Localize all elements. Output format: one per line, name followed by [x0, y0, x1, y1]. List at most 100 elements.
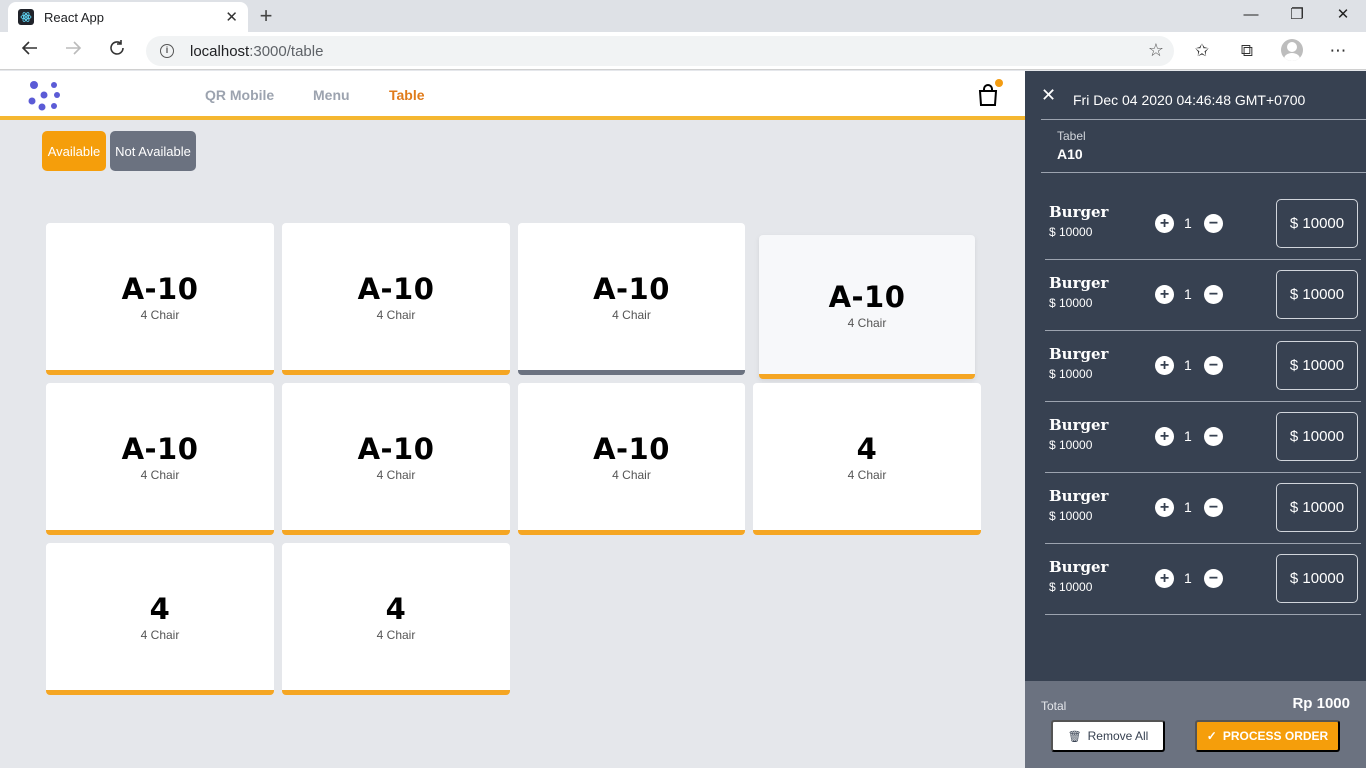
info-icon[interactable]: i: [160, 44, 174, 58]
table-card[interactable]: A-10 4 Chair: [518, 383, 745, 535]
item-name: Burger: [1049, 558, 1109, 576]
table-card[interactable]: A-10 4 Chair: [518, 223, 745, 375]
table-name: A-10: [121, 271, 199, 306]
order-item: Burger $ 10000 + 1 − $ 10000: [1045, 331, 1361, 402]
nav-menu[interactable]: Menu: [313, 87, 350, 103]
cart-notification-dot: [995, 79, 1003, 87]
plus-circle-icon[interactable]: +: [1155, 356, 1174, 375]
item-amount: $ 10000: [1276, 341, 1358, 390]
tab-close-icon[interactable]: ✕: [225, 8, 238, 26]
minus-circle-icon[interactable]: −: [1204, 285, 1223, 304]
item-quantity: 1: [1184, 428, 1192, 444]
nav-table[interactable]: Table: [389, 87, 425, 103]
forward-arrow-icon[interactable]: [60, 38, 86, 64]
close-panel-icon[interactable]: ✕: [1041, 85, 1056, 106]
browser-tab[interactable]: React App ✕: [8, 2, 248, 32]
shopping-bag-icon[interactable]: [977, 79, 1003, 107]
new-tab-button[interactable]: +: [256, 4, 276, 28]
window-close-button[interactable]: ✕: [1320, 0, 1366, 32]
minus-circle-icon[interactable]: −: [1204, 356, 1223, 375]
order-item: Burger $ 10000 + 1 − $ 10000: [1045, 544, 1361, 615]
table-name: A-10: [593, 271, 670, 306]
item-quantity: 1: [1184, 286, 1192, 302]
table-name: A-10: [593, 431, 670, 466]
table-name: A-10: [121, 431, 199, 466]
plus-circle-icon[interactable]: +: [1155, 214, 1174, 233]
table-card[interactable]: A-10 4 Chair: [282, 383, 510, 535]
table-card[interactable]: A-10 4 Chair: [46, 383, 274, 535]
table-card[interactable]: 4 4 Chair: [282, 543, 510, 695]
item-name: Burger: [1049, 487, 1109, 505]
item-price: $ 10000: [1049, 438, 1093, 452]
nav-qr-mobile[interactable]: QR Mobile: [205, 87, 274, 103]
tab-title: React App: [44, 9, 104, 25]
table-name: 4: [385, 591, 407, 626]
table-card[interactable]: A-10 4 Chair: [282, 223, 510, 375]
process-order-button[interactable]: ✓ PROCESS ORDER: [1195, 720, 1340, 752]
minus-circle-icon[interactable]: −: [1204, 498, 1223, 517]
table-chairs: 4 Chair: [847, 315, 887, 330]
minimize-button[interactable]: —: [1228, 0, 1274, 32]
browser-tab-bar: React App ✕ + — ❐ ✕: [0, 0, 1366, 32]
item-amount: $ 10000: [1276, 483, 1358, 532]
favorites-icon[interactable]: ✩: [1190, 40, 1214, 62]
table-card[interactable]: A-10 4 Chair: [46, 223, 274, 375]
minus-circle-icon[interactable]: −: [1204, 569, 1223, 588]
minus-circle-icon[interactable]: −: [1204, 214, 1223, 233]
star-icon[interactable]: ☆: [1148, 40, 1164, 61]
remove-all-label: Remove All: [1087, 729, 1149, 743]
remove-all-button[interactable]: 🗑 Remove All: [1051, 720, 1165, 752]
order-date: Fri Dec 04 2020 04:46:48 GMT+0700: [1073, 92, 1306, 108]
item-price: $ 10000: [1049, 367, 1093, 381]
plus-circle-icon[interactable]: +: [1155, 498, 1174, 517]
item-price: $ 10000: [1049, 225, 1093, 239]
total-label: Total: [1041, 699, 1067, 713]
plus-circle-icon[interactable]: +: [1155, 427, 1174, 446]
item-price: $ 10000: [1049, 580, 1093, 594]
minus-circle-icon[interactable]: −: [1204, 427, 1223, 446]
item-price: $ 10000: [1049, 509, 1093, 523]
not-available-filter-button[interactable]: Not Available: [110, 131, 196, 171]
url-bar[interactable]: i localhost:3000/table ☆: [146, 36, 1174, 66]
order-footer: Total Rp 1000 🗑 Remove All ✓ PROCESS ORD…: [1025, 681, 1366, 768]
reload-icon[interactable]: [104, 38, 130, 64]
item-amount: $ 10000: [1276, 199, 1358, 248]
order-item: Burger $ 10000 + 1 − $ 10000: [1045, 189, 1361, 260]
address-toolbar: i localhost:3000/table ☆ ✩ ⧉ ⋯: [0, 32, 1366, 70]
back-arrow-icon[interactable]: [17, 38, 43, 64]
trash-icon: 🗑: [1067, 730, 1082, 743]
item-quantity: 1: [1184, 357, 1192, 373]
table-chairs: 4 Chair: [376, 627, 416, 642]
table-chairs: 4 Chair: [140, 467, 180, 482]
react-icon: [18, 9, 34, 25]
table-card[interactable]: 4 4 Chair: [753, 383, 981, 535]
table-chairs: 4 Chair: [376, 467, 416, 482]
table-card[interactable]: A-10 4 Chair: [759, 235, 975, 379]
item-name: Burger: [1049, 345, 1109, 363]
item-price: $ 10000: [1049, 296, 1093, 310]
table-name: 4: [149, 591, 171, 626]
url-text: localhost:3000/table: [190, 42, 324, 60]
order-item: Burger $ 10000 + 1 − $ 10000: [1045, 402, 1361, 473]
order-panel: ✕ Fri Dec 04 2020 04:46:48 GMT+0700 Tabe…: [1025, 71, 1366, 768]
table-value: A10: [1057, 146, 1083, 162]
process-order-label: PROCESS ORDER: [1222, 729, 1329, 743]
order-item: Burger $ 10000 + 1 − $ 10000: [1045, 473, 1361, 544]
logo-icon[interactable]: [26, 79, 62, 111]
profile-avatar[interactable]: [1281, 39, 1303, 61]
table-chairs: 4 Chair: [612, 307, 651, 322]
app-header: QR Mobile Menu Table: [0, 71, 1025, 120]
item-name: Burger: [1049, 274, 1109, 292]
table-chairs: 4 Chair: [140, 627, 180, 642]
more-menu-icon[interactable]: ⋯: [1326, 40, 1350, 62]
plus-circle-icon[interactable]: +: [1155, 569, 1174, 588]
collections-icon[interactable]: ⧉: [1235, 40, 1259, 62]
total-value: Rp 1000: [1292, 695, 1350, 712]
plus-circle-icon[interactable]: +: [1155, 285, 1174, 304]
app-root: QR Mobile Menu Table Available Not Avail…: [0, 71, 1366, 768]
available-filter-button[interactable]: Available: [42, 131, 106, 171]
maximize-button[interactable]: ❐: [1274, 0, 1320, 32]
table-chairs: 4 Chair: [847, 467, 887, 482]
table-card[interactable]: 4 4 Chair: [46, 543, 274, 695]
item-amount: $ 10000: [1276, 554, 1358, 603]
